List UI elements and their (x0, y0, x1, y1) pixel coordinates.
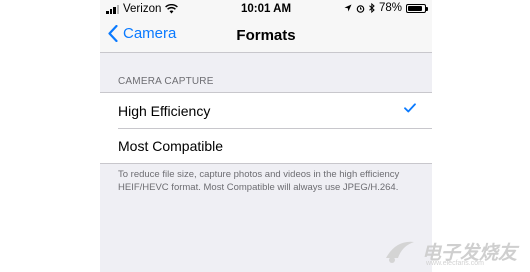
checkmark-icon (404, 103, 416, 113)
navigation-bar: Camera Formats (100, 18, 432, 53)
location-arrow-icon (344, 4, 352, 12)
section-footer-description: To reduce file size, capture photos and … (118, 169, 400, 193)
status-bar: Verizon 10:01 AM 78% (100, 0, 432, 18)
option-most-compatible[interactable]: Most Compatible (100, 128, 432, 163)
watermark-url: www.elecfans.com (426, 260, 484, 267)
format-options-group: High Efficiency Most Compatible (100, 92, 432, 164)
bluetooth-icon (369, 3, 375, 13)
battery-icon (406, 3, 428, 13)
battery-percentage: 78% (378, 2, 402, 14)
status-right: 78% (344, 2, 428, 14)
alarm-clock-icon (356, 4, 365, 13)
section-header: CAMERA CAPTURE (118, 76, 214, 87)
option-label: Most Compatible (118, 138, 224, 154)
option-high-efficiency[interactable]: High Efficiency (100, 93, 432, 128)
option-label: High Efficiency (118, 103, 211, 119)
watermark-logo (386, 241, 414, 263)
page-title: Formats (236, 27, 296, 44)
settings-screen: Verizon 10:01 AM 78% Camera Formats CAME… (100, 0, 432, 272)
watermark: 电子发烧友 www.elecfans.com (382, 236, 517, 267)
